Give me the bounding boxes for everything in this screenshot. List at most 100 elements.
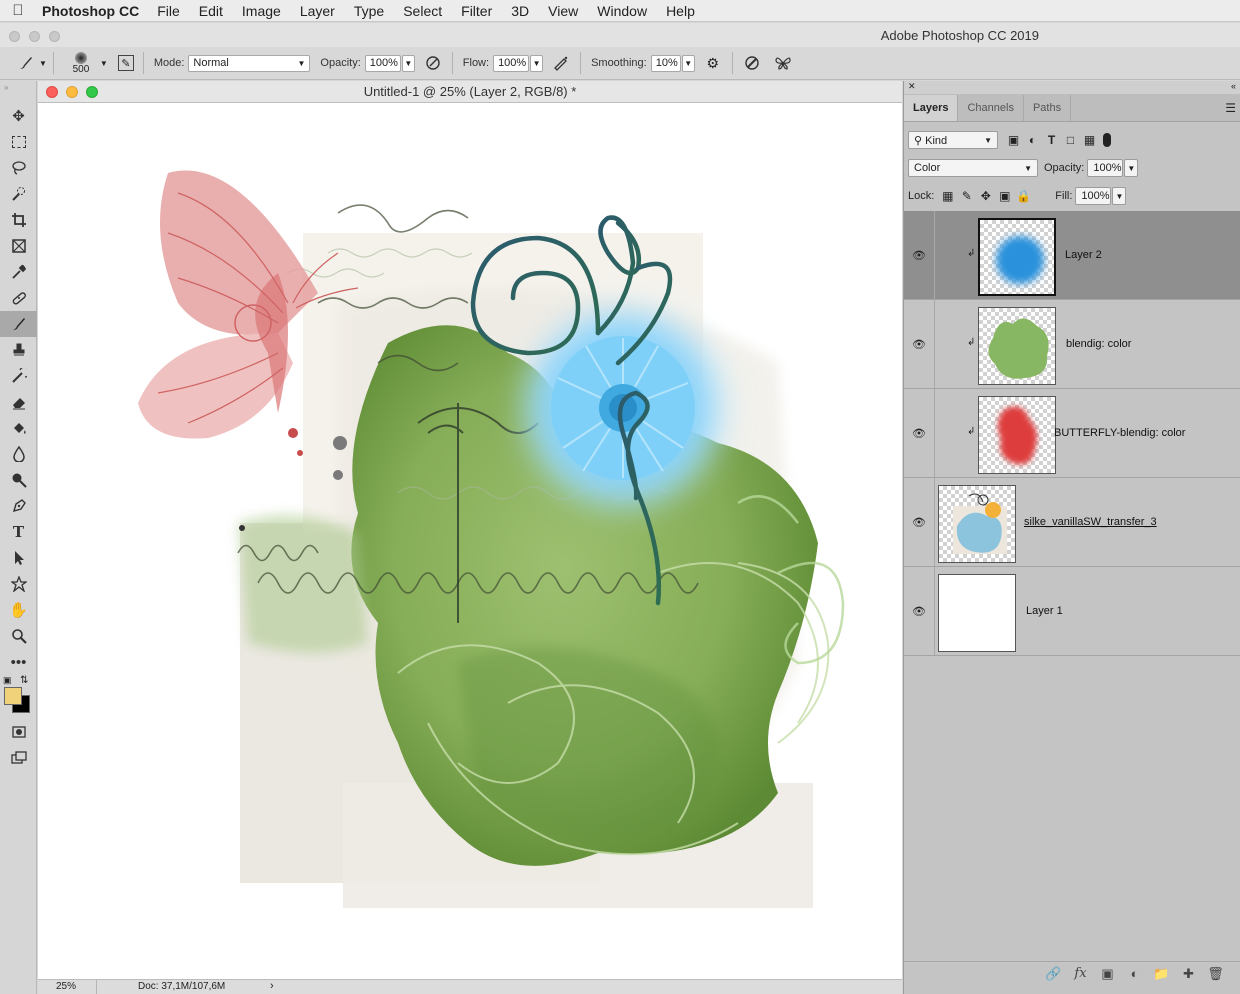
layer-thumbnail[interactable] <box>978 396 1056 474</box>
adjustment-layer-icon[interactable]: ◐ <box>1121 966 1148 981</box>
layer-opacity-input[interactable]: 100% <box>1087 159 1124 177</box>
minimize-window-button[interactable] <box>29 31 40 42</box>
eraser-tool-icon[interactable] <box>0 389 37 415</box>
panel-menu-icon[interactable]: ☰ <box>1225 101 1236 115</box>
mode-select[interactable]: Normal ▼ <box>188 54 311 72</box>
pressure-size-icon[interactable] <box>742 53 762 73</box>
custom-shape-tool-icon[interactable] <box>0 571 37 597</box>
chevron-down-icon[interactable]: ▼ <box>401 54 415 72</box>
smoothing-input[interactable]: 10% <box>650 54 681 72</box>
brush-tool-preset-icon[interactable] <box>16 53 36 73</box>
eye-icon[interactable]: 👁 <box>912 605 926 618</box>
edit-toolbar-icon[interactable]: ••• <box>0 649 37 675</box>
layer-row[interactable]: 👁 ↲ Layer 2 <box>904 211 1240 300</box>
clone-stamp-tool-icon[interactable] <box>0 337 37 363</box>
pen-tool-icon[interactable] <box>0 493 37 519</box>
chevron-right-icon[interactable]: › <box>270 980 274 992</box>
layer-style-icon[interactable]: fx <box>1067 966 1094 981</box>
history-brush-tool-icon[interactable] <box>0 363 37 389</box>
eye-icon[interactable]: 👁 <box>912 338 926 351</box>
flow-input[interactable]: 100% <box>493 54 530 72</box>
path-selection-tool-icon[interactable] <box>0 545 37 571</box>
eye-icon[interactable]: 👁 <box>912 249 926 262</box>
menu-edit[interactable]: Edit <box>199 3 223 19</box>
blend-mode-select[interactable]: Color ▼ <box>908 159 1038 177</box>
lock-all-icon[interactable]: 🔒 <box>1014 189 1033 203</box>
close-icon[interactable]: ✕ <box>908 81 916 92</box>
screen-mode-icon[interactable] <box>0 745 37 771</box>
tab-layers[interactable]: Layers <box>904 95 959 121</box>
filter-toggle-icon[interactable] <box>1103 133 1111 147</box>
filter-pixel-icon[interactable]: ▣ <box>1004 133 1023 147</box>
frame-tool-icon[interactable] <box>0 233 37 259</box>
lock-image-icon[interactable]: ✎ <box>957 189 976 203</box>
app-menu[interactable]: Photoshop CC <box>42 3 139 19</box>
menu-select[interactable]: Select <box>403 3 442 19</box>
chevron-down-icon[interactable]: ▼ <box>1112 187 1127 205</box>
chevron-down-icon[interactable]: ▼ <box>1124 159 1139 177</box>
brush-size-picker[interactable]: 500 <box>66 51 96 75</box>
menu-image[interactable]: Image <box>242 3 281 19</box>
default-colors-icon[interactable]: ▣ <box>3 675 12 686</box>
fill-input[interactable]: 100% <box>1075 187 1112 205</box>
healing-brush-tool-icon[interactable] <box>0 285 37 311</box>
zoom-window-button[interactable] <box>49 31 60 42</box>
zoom-tool-icon[interactable] <box>0 623 37 649</box>
layer-name[interactable]: blendig: color <box>1066 338 1131 350</box>
panel-grip-icon[interactable]: » <box>0 81 36 103</box>
menu-file[interactable]: File <box>157 3 180 19</box>
chevron-down-icon[interactable]: ▼ <box>530 54 544 72</box>
menu-help[interactable]: Help <box>666 3 695 19</box>
filter-adjustment-icon[interactable]: ◐ <box>1023 133 1042 147</box>
delete-layer-icon[interactable]: 🗑 <box>1202 966 1229 982</box>
layer-row[interactable]: 👁 ↲ BUTTERFLY-blendig: color <box>904 389 1240 478</box>
airbrush-icon[interactable] <box>551 53 571 73</box>
menu-window[interactable]: Window <box>597 3 647 19</box>
layer-name[interactable]: Layer 1 <box>1026 605 1063 617</box>
new-layer-icon[interactable]: ✚ <box>1175 966 1202 982</box>
menu-filter[interactable]: Filter <box>461 3 492 19</box>
filter-shape-icon[interactable]: □ <box>1061 133 1080 147</box>
collapse-icon[interactable]: « <box>1231 81 1236 91</box>
menu-type[interactable]: Type <box>354 3 384 19</box>
zoom-level[interactable]: 25% <box>56 981 76 992</box>
menu-layer[interactable]: Layer <box>300 3 335 19</box>
eyedropper-tool-icon[interactable] <box>0 259 37 285</box>
chevron-down-icon[interactable]: ▼ <box>100 59 108 68</box>
foreground-color-swatch[interactable] <box>4 687 22 705</box>
new-group-icon[interactable]: 📁 <box>1148 966 1175 982</box>
layer-thumbnail[interactable] <box>938 574 1016 652</box>
quick-mask-icon[interactable] <box>0 719 37 745</box>
chevron-down-icon[interactable]: ▼ <box>681 54 695 72</box>
layer-row[interactable]: 👁 Layer 1 <box>904 567 1240 656</box>
marquee-tool-icon[interactable] <box>0 129 37 155</box>
lasso-tool-icon[interactable] <box>0 155 37 181</box>
quick-selection-tool-icon[interactable] <box>0 181 37 207</box>
swap-colors-icon[interactable]: ⇅ <box>20 675 28 686</box>
layer-row[interactable]: 👁 ↲ blendig: color <box>904 300 1240 389</box>
paint-bucket-tool-icon[interactable] <box>0 415 37 441</box>
crop-tool-icon[interactable] <box>0 207 37 233</box>
filter-kind-select[interactable]: ⚲ Kind ▼ <box>908 131 998 149</box>
lock-artboard-icon[interactable]: ▣ <box>995 189 1014 203</box>
brush-settings-panel-icon[interactable]: ✎ <box>117 55 134 71</box>
layer-thumbnail[interactable] <box>978 307 1056 385</box>
layer-name[interactable]: silke_vanillaSW_transfer_3 <box>1024 516 1157 528</box>
lock-transparent-icon[interactable]: ▦ <box>938 189 957 203</box>
lock-position-icon[interactable]: ✥ <box>976 189 995 203</box>
pressure-opacity-icon[interactable] <box>423 53 443 73</box>
close-window-button[interactable] <box>9 31 20 42</box>
tab-paths[interactable]: Paths <box>1024 95 1072 121</box>
symmetry-butterfly-icon[interactable] <box>773 53 793 73</box>
tab-channels[interactable]: Channels <box>958 95 1024 121</box>
layer-name[interactable]: BUTTERFLY-blendig: color <box>1054 427 1185 439</box>
dodge-tool-icon[interactable] <box>0 467 37 493</box>
link-layers-icon[interactable]: 🔗 <box>1040 966 1067 982</box>
eye-icon[interactable]: 👁 <box>912 427 926 440</box>
type-tool-icon[interactable]: T <box>0 519 37 545</box>
opacity-input[interactable]: 100% <box>364 54 401 72</box>
layer-row[interactable]: 👁 silke_vanillaSW_transfer_3 <box>904 478 1240 567</box>
chevron-down-icon[interactable]: ▼ <box>39 59 47 68</box>
apple-menu-icon[interactable]:  <box>0 2 36 19</box>
add-mask-icon[interactable]: ▣ <box>1094 966 1121 982</box>
